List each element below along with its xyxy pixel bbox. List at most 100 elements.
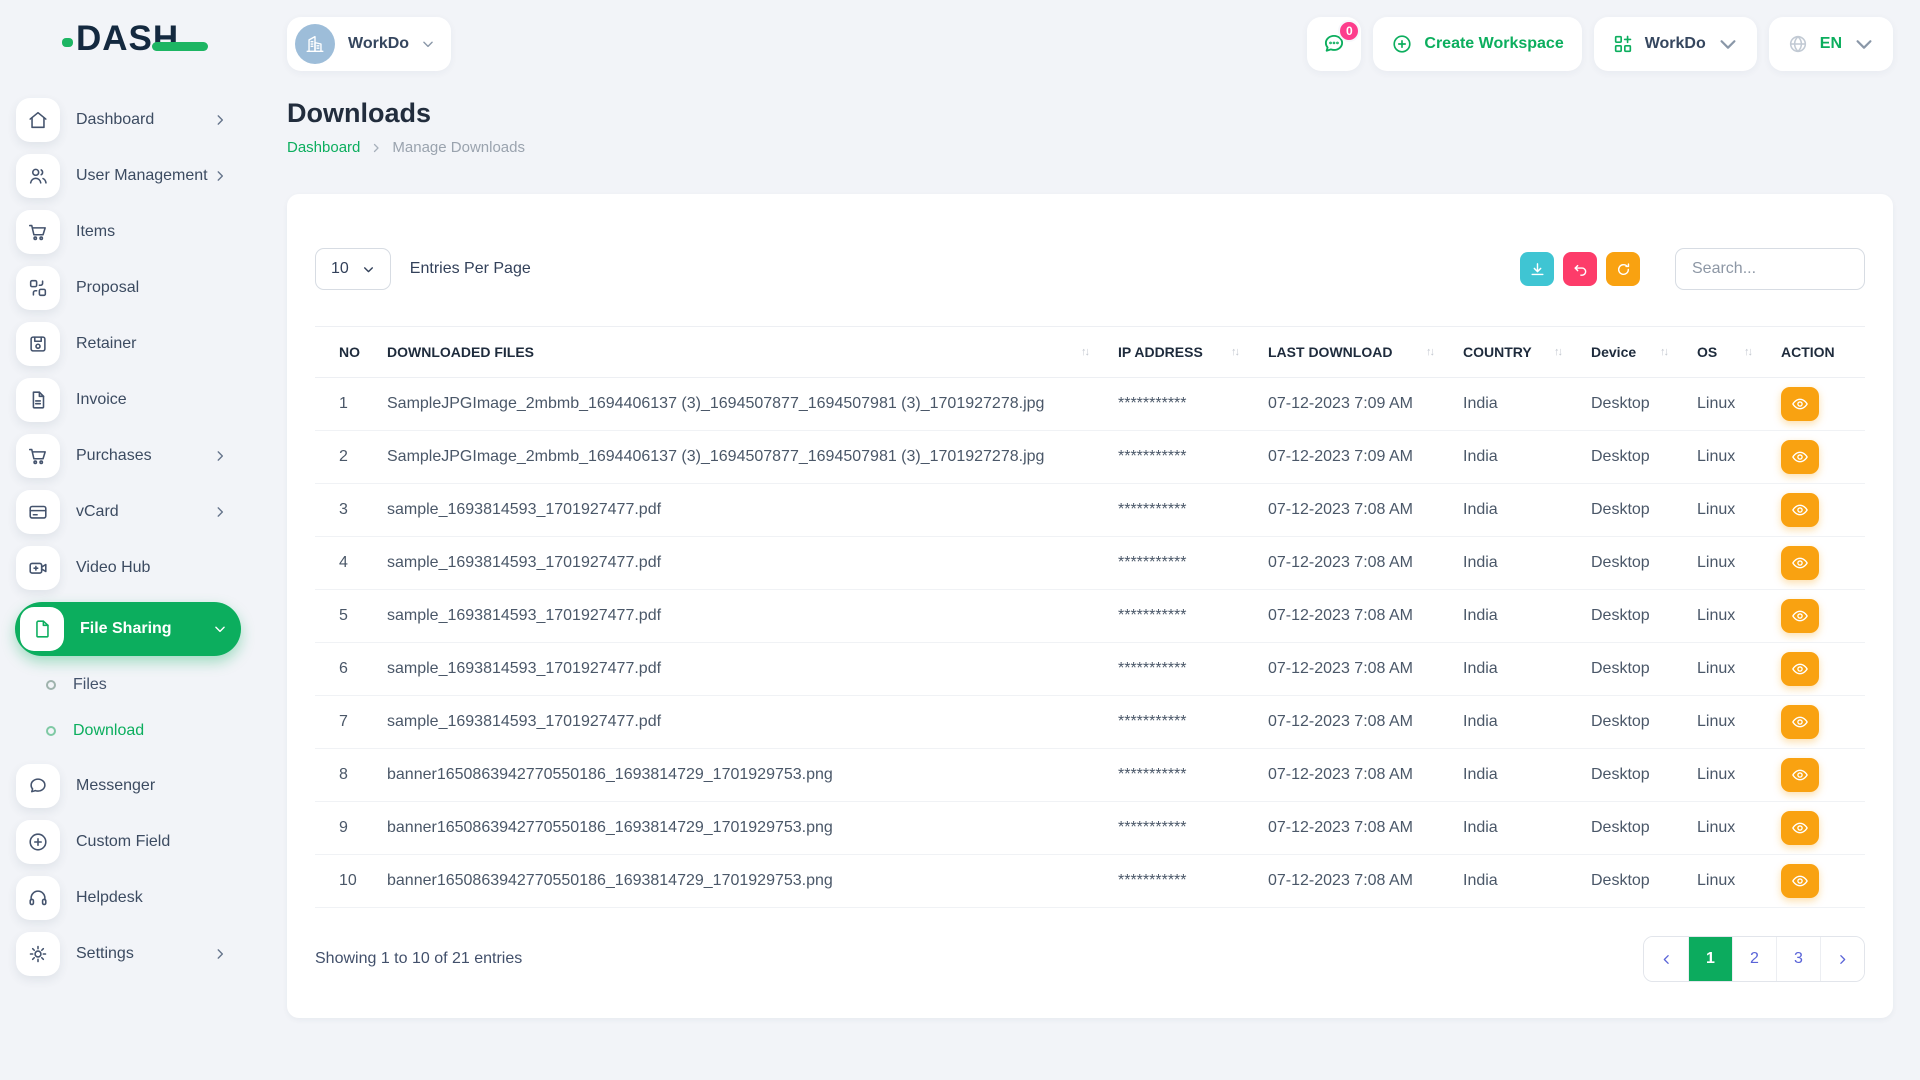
- cell-ip: ***********: [1110, 802, 1260, 855]
- view-details-button[interactable]: [1781, 705, 1819, 739]
- undo-button[interactable]: [1563, 252, 1597, 286]
- cell-ip: ***********: [1110, 431, 1260, 484]
- cell-action: [1773, 749, 1865, 802]
- eye-icon: [1791, 819, 1809, 837]
- sidebar-item-label: Video Hub: [76, 559, 241, 577]
- cell-ip: ***********: [1110, 696, 1260, 749]
- cell-action: [1773, 537, 1865, 590]
- view-details-button[interactable]: [1781, 387, 1819, 421]
- view-details-button[interactable]: [1781, 546, 1819, 580]
- refresh-icon: [1615, 261, 1632, 278]
- column-header-device[interactable]: Device↑↓: [1583, 327, 1689, 378]
- proposal-icon: [16, 266, 60, 310]
- cell-country: India: [1455, 537, 1583, 590]
- sidebar-item-label: Messenger: [76, 777, 241, 795]
- column-header-ip[interactable]: IP ADDRESS ↑↓: [1110, 327, 1260, 378]
- sidebar-item-dashboard[interactable]: Dashboard: [16, 98, 241, 142]
- cell-device: Desktop: [1583, 378, 1689, 431]
- chevron-down-icon: [421, 37, 435, 51]
- sidebar-item-video-hub[interactable]: Video Hub: [16, 546, 241, 590]
- cell-last: 07-12-2023 7:08 AM: [1260, 855, 1455, 908]
- sidebar-item-label: User Management: [76, 167, 213, 185]
- sidebar-subitem-files[interactable]: Files: [16, 662, 241, 708]
- cell-ip: ***********: [1110, 378, 1260, 431]
- create-workspace-label: Create Workspace: [1424, 35, 1563, 53]
- cell-file: banner1650863942770550186_1693814729_170…: [379, 855, 1110, 908]
- sidebar-item-purchases[interactable]: Purchases: [16, 434, 241, 478]
- sidebar-item-helpdesk[interactable]: Helpdesk: [16, 876, 241, 920]
- column-header-file[interactable]: DOWNLOADED FILES↑↓: [379, 327, 1110, 378]
- sidebar-subitem-download[interactable]: Download: [16, 708, 241, 754]
- sidebar-item-vcard[interactable]: vCard: [16, 490, 241, 534]
- sidebar-subitem-label: Files: [73, 676, 107, 694]
- chevron-right-icon: [213, 449, 227, 463]
- sidebar-item-retainer[interactable]: Retainer: [16, 322, 241, 366]
- column-label: IP ADDRESS: [1118, 344, 1203, 360]
- eye-icon: [1791, 395, 1809, 413]
- grid-plus-icon: [1612, 33, 1634, 55]
- retainer-icon: [16, 322, 60, 366]
- sidebar-item-proposal[interactable]: Proposal: [16, 266, 241, 310]
- create-workspace-button[interactable]: Create Workspace: [1373, 17, 1581, 71]
- language-selector[interactable]: EN: [1769, 17, 1893, 71]
- globe-icon: [1787, 33, 1809, 55]
- view-details-button[interactable]: [1781, 652, 1819, 686]
- sidebar-item-label: vCard: [76, 503, 213, 521]
- sidebar-item-custom-field[interactable]: Custom Field: [16, 820, 241, 864]
- sidebar-item-messenger[interactable]: Messenger: [16, 764, 241, 808]
- plus-circle-icon: [16, 820, 60, 864]
- download-icon: [1529, 261, 1546, 278]
- messages-badge: 0: [1338, 20, 1360, 42]
- sidebar-item-file-sharing[interactable]: File Sharing: [15, 602, 241, 656]
- chevron-down-icon: [1717, 33, 1739, 55]
- view-details-button[interactable]: [1781, 440, 1819, 474]
- refresh-button[interactable]: [1606, 252, 1640, 286]
- workspace-switcher[interactable]: WorkDo: [287, 17, 451, 71]
- eye-icon: [1791, 872, 1809, 890]
- search-input[interactable]: [1675, 248, 1865, 290]
- app-menu-button[interactable]: WorkDo: [1594, 17, 1757, 71]
- page-content: Downloads Dashboard Manage Downloads 10 …: [255, 78, 1920, 1018]
- view-details-button[interactable]: [1781, 599, 1819, 633]
- column-header-os[interactable]: OS↑↓: [1689, 327, 1773, 378]
- sidebar-item-user-management[interactable]: User Management: [16, 154, 241, 198]
- breadcrumb-dashboard-link[interactable]: Dashboard: [287, 139, 360, 156]
- chevron-right-icon: [1836, 953, 1849, 966]
- pagination-prev[interactable]: [1644, 937, 1688, 981]
- cell-last: 07-12-2023 7:08 AM: [1260, 484, 1455, 537]
- sidebar-item-label: File Sharing: [80, 620, 213, 638]
- sort-icon: ↑↓: [1554, 346, 1575, 358]
- view-details-button[interactable]: [1781, 811, 1819, 845]
- cell-device: Desktop: [1583, 484, 1689, 537]
- sidebar-item-settings[interactable]: Settings: [16, 932, 241, 976]
- sidebar-item-invoice[interactable]: Invoice: [16, 378, 241, 422]
- entries-per-page-select[interactable]: 10: [315, 248, 391, 290]
- sidebar-item-items[interactable]: Items: [16, 210, 241, 254]
- table-row: 1SampleJPGImage_2mbmb_1694406137 (3)_169…: [315, 378, 1865, 431]
- cell-action: [1773, 484, 1865, 537]
- plus-circle-icon: [1391, 33, 1413, 55]
- chevron-right-icon: [213, 947, 227, 961]
- pagination-page-2[interactable]: 2: [1732, 937, 1776, 981]
- main-area: WorkDo 0 Create Workspace WorkDo: [255, 0, 1920, 1080]
- view-details-button[interactable]: [1781, 864, 1819, 898]
- workspace-avatar: [295, 24, 335, 64]
- pagination-next[interactable]: [1820, 937, 1864, 981]
- pagination-page-3[interactable]: 3: [1776, 937, 1820, 981]
- export-button[interactable]: [1520, 252, 1554, 286]
- cell-os: Linux: [1689, 696, 1773, 749]
- brand-logo[interactable]: DASH: [0, 0, 255, 78]
- pagination-page-1[interactable]: 1: [1688, 937, 1732, 981]
- view-details-button[interactable]: [1781, 758, 1819, 792]
- column-header-last[interactable]: LAST DOWNLOAD↑↓: [1260, 327, 1455, 378]
- cell-no: 3: [315, 484, 379, 537]
- sidebar-item-label: Proposal: [76, 279, 241, 297]
- messages-button[interactable]: 0: [1307, 17, 1361, 71]
- column-label: Device: [1591, 344, 1636, 360]
- view-details-button[interactable]: [1781, 493, 1819, 527]
- column-header-country[interactable]: COUNTRY↑↓: [1455, 327, 1583, 378]
- eye-icon: [1791, 554, 1809, 572]
- sidebar-item-label: Purchases: [76, 447, 213, 465]
- cell-ip: ***********: [1110, 590, 1260, 643]
- sort-icon: ↑↓: [1231, 346, 1252, 358]
